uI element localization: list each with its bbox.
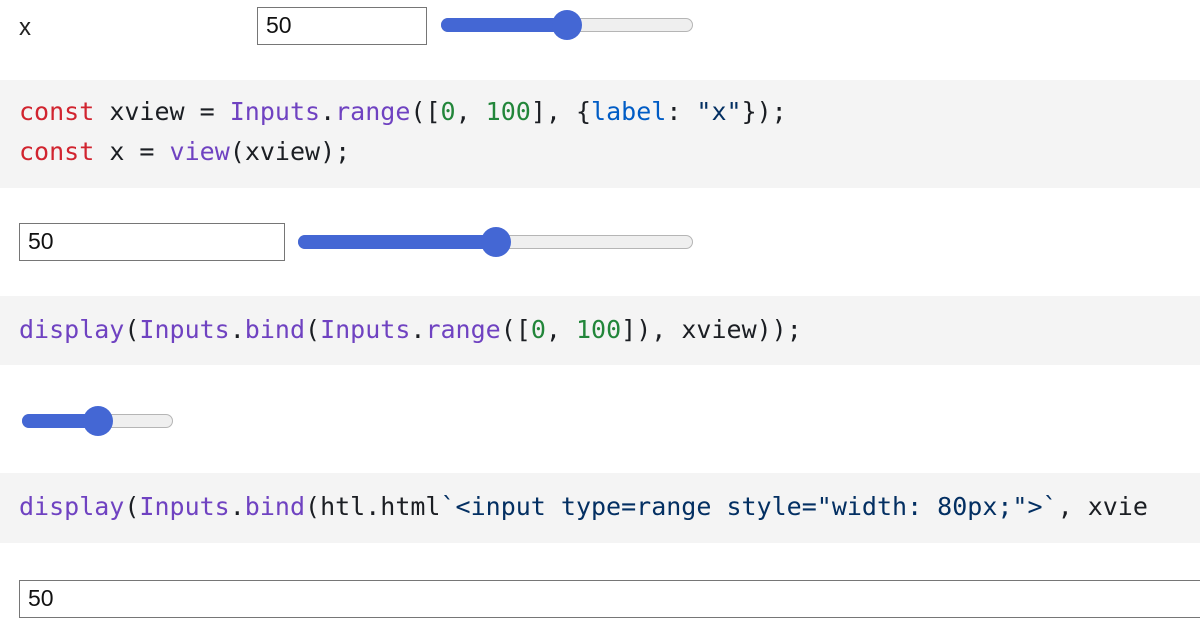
code-token: .	[410, 315, 426, 344]
code-token: const	[19, 97, 95, 126]
code-token: "x"	[696, 97, 742, 126]
code-cell-3[interactable]: display(Inputs.bind(htl.html`<input type…	[0, 473, 1200, 543]
slider-fill	[298, 235, 496, 249]
code-token: x	[94, 137, 140, 166]
range-label-x: x	[19, 14, 31, 41]
number-input-bound[interactable]: 50	[19, 223, 285, 261]
code-cell-1[interactable]: const xview = Inputs.range([0, 100], {la…	[0, 80, 1200, 188]
code-token: .	[320, 97, 336, 126]
code-token: const	[19, 137, 95, 166]
code-line: const xview = Inputs.range([0, 100], {la…	[19, 97, 787, 126]
number-input-x[interactable]: 50	[257, 7, 427, 45]
code-token: `<input type=range style="width: 80px;">…	[440, 492, 1058, 521]
code-token: (	[305, 315, 321, 344]
code-token: :	[666, 97, 697, 126]
code-token: 100	[576, 315, 622, 344]
code-token: 0	[530, 315, 546, 344]
code-token: display	[19, 492, 125, 521]
code-token: display	[19, 315, 125, 344]
code-line: display(Inputs.bind(htl.html`<input type…	[19, 492, 1148, 521]
range-slider-bound[interactable]	[298, 224, 693, 260]
code-token: label	[591, 97, 667, 126]
code-token: (	[124, 315, 140, 344]
code-token: .	[229, 315, 245, 344]
code-token: Inputs	[139, 315, 230, 344]
code-token: ,	[545, 315, 576, 344]
range-slider-x[interactable]	[441, 7, 693, 43]
code-token: ,	[455, 97, 486, 126]
native-range-slider[interactable]	[22, 403, 173, 439]
code-token: (htl.html	[305, 492, 441, 521]
code-token: ([	[500, 315, 531, 344]
code-token: Inputs	[229, 97, 321, 126]
code-token: (xview);	[229, 137, 351, 166]
code-line: const x = view(xview);	[19, 137, 350, 166]
code-token: 100	[485, 97, 531, 126]
code-token: , xvie	[1057, 492, 1148, 521]
code-cell-2[interactable]: display(Inputs.bind(Inputs.range([0, 100…	[0, 296, 1200, 365]
code-token: range	[425, 315, 501, 344]
slider-thumb[interactable]	[552, 10, 582, 40]
code-token: ], {	[530, 97, 592, 126]
notebook-page: x 50 const xview = Inputs.range([0, 100]…	[0, 0, 1200, 630]
code-token: Inputs	[139, 492, 230, 521]
code-token: 0	[440, 97, 456, 126]
code-token: view	[169, 137, 230, 166]
slider-thumb[interactable]	[480, 227, 511, 257]
code-token: bind	[244, 492, 306, 521]
slider-thumb[interactable]	[82, 406, 113, 436]
code-token: });	[741, 97, 787, 126]
code-line: display(Inputs.bind(Inputs.range([0, 100…	[19, 315, 802, 344]
code-token: Inputs	[320, 315, 411, 344]
code-token: range	[335, 97, 411, 126]
number-input-wide[interactable]: 50	[19, 580, 1200, 618]
code-token: =	[139, 137, 155, 166]
code-token: (	[124, 492, 140, 521]
code-token: ([	[410, 97, 441, 126]
code-token: .	[229, 492, 245, 521]
code-token: =	[199, 97, 215, 126]
code-token: xview	[94, 97, 200, 126]
slider-fill	[441, 18, 567, 32]
code-token: ]), xview));	[621, 315, 802, 344]
code-token: bind	[244, 315, 306, 344]
